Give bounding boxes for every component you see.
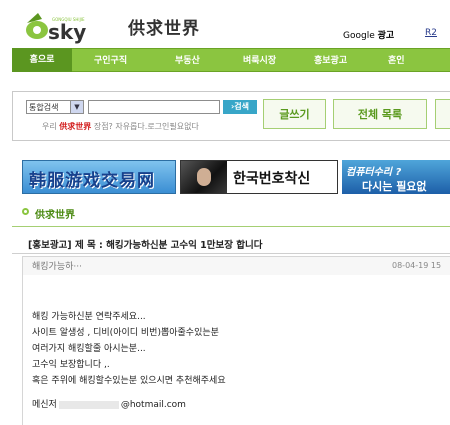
post-line: 혹은 주위에 해킹할수있는분 있으시면 추천해주세요	[32, 376, 226, 386]
post-line: 고수익 보장합니다 ,.	[32, 360, 110, 370]
extra-button[interactable]	[435, 99, 450, 129]
post-line: 여러가지 해킹할줄 아시는분...	[32, 344, 146, 354]
banner-photo	[181, 161, 227, 193]
note-prefix: 우리	[42, 122, 57, 131]
nav-flea-market[interactable]: 벼룩시장	[243, 53, 276, 66]
search-input[interactable]	[88, 100, 220, 114]
main-nav: 홈으로 구인구직 부동산 벼룩시장 홍보광고 혼인	[12, 48, 450, 72]
section-title: 供求世界	[35, 210, 75, 221]
site-title: 供求世界	[128, 19, 200, 39]
post-title: [홍보광고] 제 목 : 해킹가능하신분 고수익 1만보장 합니다	[28, 240, 263, 251]
post-header	[23, 257, 450, 275]
banner-game-trade[interactable]: 韩服游戏交易网	[22, 160, 176, 194]
logo-text: sky	[48, 20, 86, 44]
post-line: 사이트 알생성 , 디비(아이디 비번)뽑아줄수있는분	[32, 328, 219, 338]
search-button[interactable]: ›검색	[223, 100, 257, 114]
search-category-select[interactable]: 통합검색 ▼	[26, 100, 84, 114]
r2-link[interactable]: R2	[425, 28, 437, 38]
post-contact: 메신저 @hotmail.com	[32, 397, 186, 410]
google-suffix: 광고	[377, 31, 395, 41]
banner3-line2: 다시는 필요없	[362, 180, 427, 193]
banner1-text: 韩服游戏交易网	[29, 171, 155, 191]
post-date: 08-04-19 15	[392, 261, 442, 270]
google-prefix: Google	[343, 31, 375, 41]
banner-computer-repair[interactable]: 컴퓨터수리 ? 다시는 필요없	[342, 160, 450, 194]
section-bullet-icon	[22, 208, 29, 215]
banner2-text: 한국번호착신	[233, 171, 311, 187]
banner3-line1: 컴퓨터수리 ?	[346, 167, 402, 178]
site-logo[interactable]: sky GONGQIU SHIJIE	[24, 9, 114, 45]
divider	[12, 226, 450, 227]
divider	[12, 253, 450, 254]
redacted-block	[58, 400, 119, 409]
nav-marriage[interactable]: 혼인	[388, 53, 405, 66]
contact-label: 메신저	[32, 400, 57, 410]
post-preview: 해킹가능하···	[32, 262, 82, 272]
note-brand: 供求世界	[59, 122, 92, 131]
google-ad-label[interactable]: Google 광고	[343, 28, 394, 41]
chevron-down-icon[interactable]: ▼	[70, 101, 83, 113]
login-note: 우리 供求世界 장점? 자유롭다.로그인필요없다	[42, 121, 199, 132]
note-suffix: 장점? 자유롭다.로그인필요없다	[93, 122, 199, 131]
search-select-value: 통합검색	[29, 103, 59, 112]
list-all-button[interactable]: 전체 목록	[333, 99, 427, 129]
contact-email: @hotmail.com	[120, 400, 186, 410]
nav-real-estate[interactable]: 부동산	[175, 53, 200, 66]
nav-ads[interactable]: 홍보광고	[314, 53, 347, 66]
write-button[interactable]: 글쓰기	[263, 99, 326, 129]
banner-korean-number[interactable]: 한국번호착신	[180, 160, 338, 194]
post-line: 해킹 가능하신분 연락주세요...	[32, 312, 146, 322]
logo-tagline: GONGQIU SHIJIE	[52, 17, 85, 22]
nav-home[interactable]: 홈으로	[12, 48, 72, 72]
nav-jobs[interactable]: 구인구직	[94, 53, 127, 66]
